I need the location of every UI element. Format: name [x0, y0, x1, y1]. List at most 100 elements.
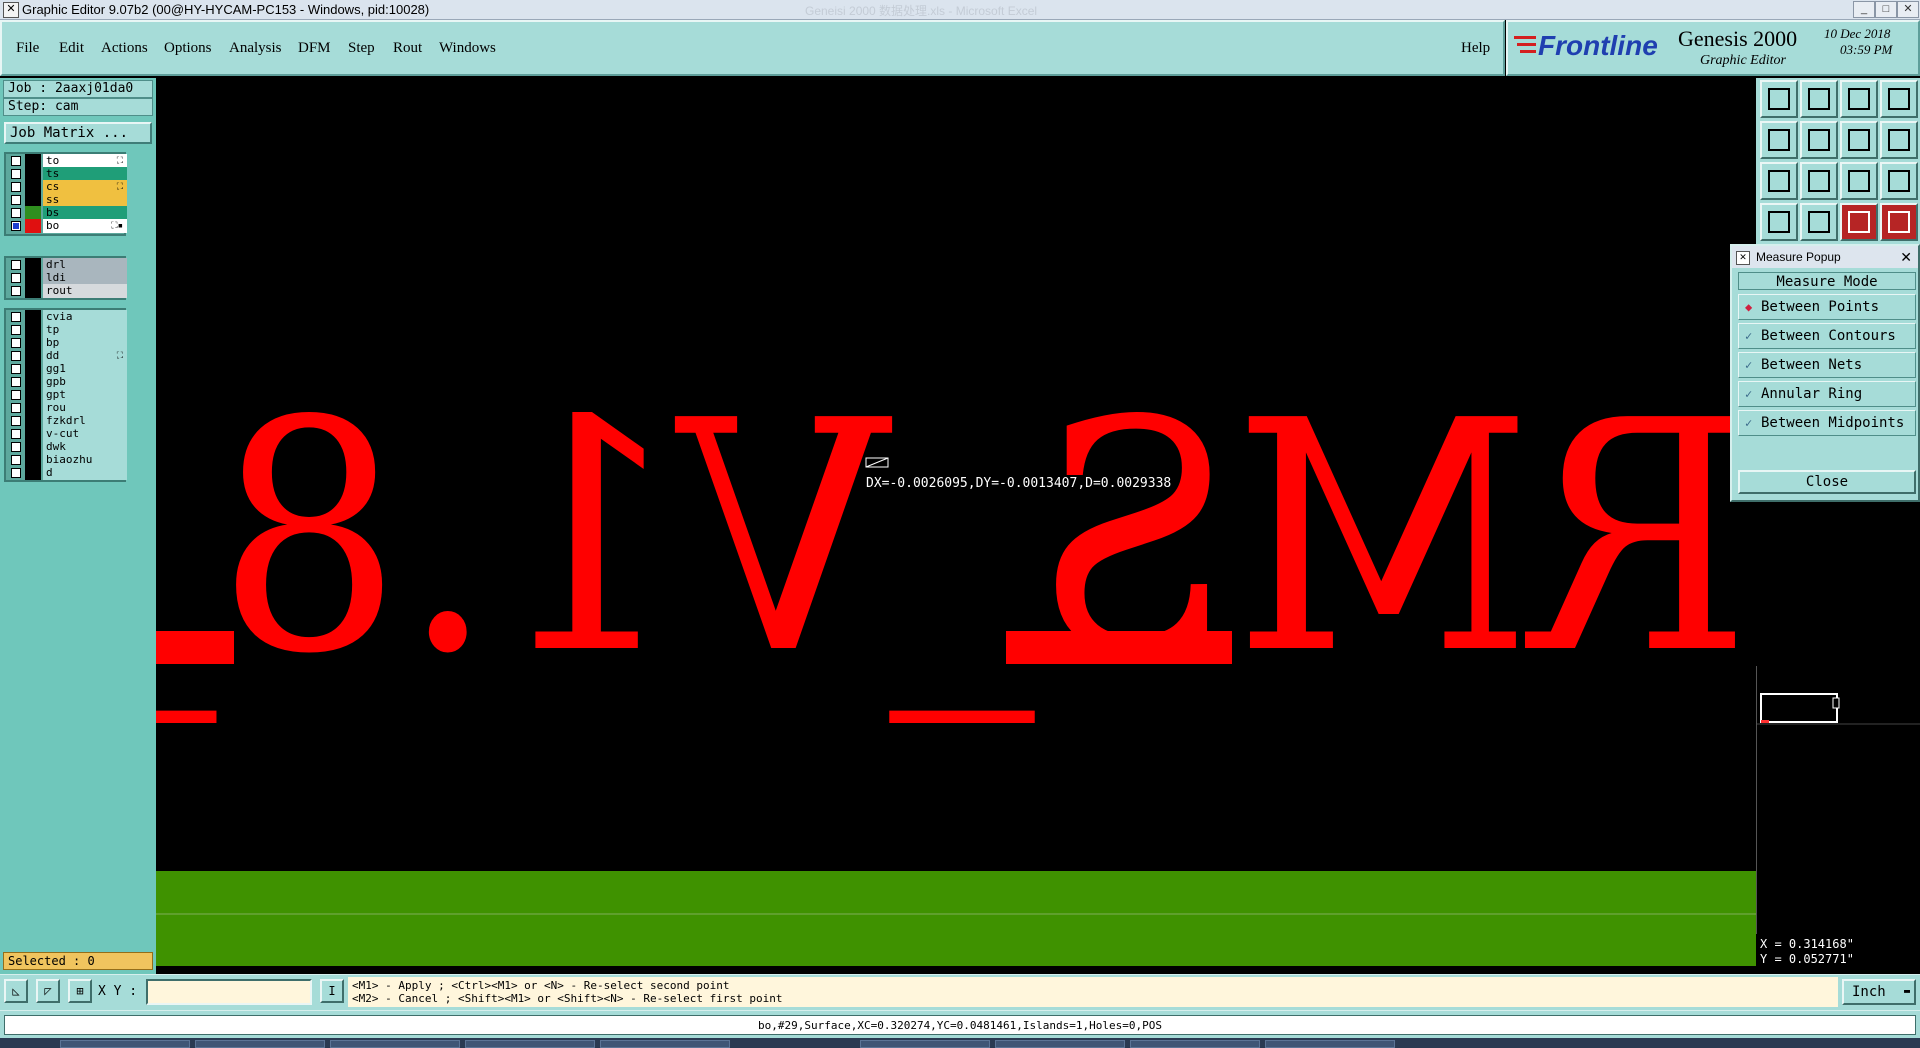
redraw-icon[interactable] — [1880, 121, 1918, 159]
minimize-button[interactable]: _ — [1853, 1, 1875, 18]
layer-checkbox[interactable] — [11, 377, 21, 387]
measure-option-between-midpoints[interactable]: ✓ Between Midpoints — [1738, 410, 1916, 436]
layer-checkbox[interactable] — [11, 273, 21, 283]
layer-row-tp[interactable]: tp — [6, 323, 127, 337]
layer-name[interactable]: rout — [43, 284, 127, 298]
layer-checkbox[interactable] — [11, 169, 21, 179]
layer-name[interactable]: d — [43, 466, 127, 480]
fit-screen-icon[interactable] — [1760, 162, 1798, 200]
layer-checkbox[interactable] — [11, 429, 21, 439]
taskbar-item[interactable] — [600, 1040, 730, 1048]
layer-color-swatch[interactable] — [25, 219, 41, 233]
layer-name[interactable]: bo ⛶▪ — [43, 219, 127, 233]
board-outline-area[interactable] — [156, 871, 1756, 966]
flip-icon[interactable] — [1840, 121, 1878, 159]
taskbar-item[interactable] — [330, 1040, 460, 1048]
snap-icon[interactable] — [1760, 203, 1798, 241]
menu-step[interactable]: Step — [348, 40, 375, 57]
layer-row-v-cut[interactable]: v-cut — [6, 427, 127, 441]
measure-option-between-contours[interactable]: ✓ Between Contours — [1738, 323, 1916, 349]
layer-checkbox[interactable] — [11, 260, 21, 270]
layer-color-swatch[interactable] — [25, 388, 41, 402]
layer-row-drl[interactable]: drl — [6, 258, 127, 272]
layer-name[interactable]: cvia — [43, 310, 127, 324]
layer-color-swatch[interactable] — [25, 440, 41, 454]
layer-checkbox[interactable] — [11, 312, 21, 322]
layer-color-swatch[interactable] — [25, 401, 41, 415]
layer-checkbox[interactable] — [11, 221, 21, 231]
layer-checkbox[interactable] — [11, 156, 21, 166]
layer-checkbox[interactable] — [11, 364, 21, 374]
menu-dfm[interactable]: DFM — [298, 40, 331, 57]
taskbar-item[interactable] — [1130, 1040, 1260, 1048]
layer-name[interactable]: rou — [43, 401, 127, 415]
layer-name[interactable]: bs — [43, 206, 127, 220]
layer-color-swatch[interactable] — [25, 154, 41, 168]
layer-row-gpt[interactable]: gpt — [6, 388, 127, 402]
layer-checkbox[interactable] — [11, 416, 21, 426]
layer-row-to[interactable]: to ⛶ — [6, 154, 127, 168]
layer-row-bp[interactable]: bp — [6, 336, 127, 350]
layer-name[interactable]: dwk — [43, 440, 127, 454]
layer-checkbox[interactable] — [11, 338, 21, 348]
zoom-save-icon[interactable] — [1800, 80, 1838, 118]
layer-row-d[interactable]: d — [6, 466, 127, 480]
layer-row-rou[interactable]: rou — [6, 401, 127, 415]
select-tool-icon[interactable]: ◺ — [4, 979, 28, 1003]
layer-color-swatch[interactable] — [25, 258, 41, 272]
menu-file[interactable]: File — [16, 40, 39, 57]
layer-checkbox[interactable] — [11, 455, 21, 465]
menu-help[interactable]: Help — [1461, 40, 1490, 57]
taskbar-item[interactable] — [60, 1040, 190, 1048]
popup-close-icon[interactable]: ✕ — [1900, 246, 1912, 268]
measure-option-between-points[interactable]: ◆ Between Points — [1738, 294, 1916, 320]
layer-color-swatch[interactable] — [25, 193, 41, 207]
taskbar-item[interactable] — [465, 1040, 595, 1048]
taskbar-item[interactable] — [195, 1040, 325, 1048]
layer-checkbox[interactable] — [11, 468, 21, 478]
menu-analysis[interactable]: Analysis — [229, 40, 282, 57]
layer-color-swatch[interactable] — [25, 206, 41, 220]
job-matrix-button[interactable]: Job Matrix ... — [4, 122, 152, 144]
taskbar-item[interactable] — [860, 1040, 990, 1048]
layer-name[interactable]: ldi — [43, 271, 127, 285]
layer-checkbox[interactable] — [11, 442, 21, 452]
menu-options[interactable]: Options — [164, 40, 212, 57]
measure-close-button[interactable]: Close — [1738, 470, 1916, 494]
layer-color-swatch[interactable] — [25, 466, 41, 480]
zoom-home-icon[interactable] — [1760, 80, 1798, 118]
overview-window[interactable] — [1756, 666, 1920, 934]
xy-coordinate-input[interactable] — [146, 979, 312, 1005]
layer-name[interactable]: gpt — [43, 388, 127, 402]
layer-name[interactable]: gg1 — [43, 362, 127, 376]
layer-name[interactable]: to ⛶ — [43, 154, 127, 168]
layer-color-swatch[interactable] — [25, 271, 41, 285]
layer-checkbox[interactable] — [11, 286, 21, 296]
taskbar-item[interactable] — [995, 1040, 1125, 1048]
taskbar-item[interactable] — [1265, 1040, 1395, 1048]
layer-checkbox[interactable] — [11, 208, 21, 218]
layer-color-swatch[interactable] — [25, 323, 41, 337]
layer-row-bs[interactable]: bs — [6, 206, 127, 220]
measure-tool-icon[interactable]: ◸ — [36, 979, 60, 1003]
layer-checkbox[interactable] — [11, 195, 21, 205]
underscore-feature[interactable] — [1006, 631, 1232, 664]
layer-color-swatch[interactable] — [25, 336, 41, 350]
menu-edit[interactable]: Edit — [59, 40, 84, 57]
zoom-area-icon[interactable] — [1800, 162, 1838, 200]
layer-color-swatch[interactable] — [25, 375, 41, 389]
measure-option-annular-ring[interactable]: ✓ Annular Ring — [1738, 381, 1916, 407]
layer-checkbox[interactable] — [11, 325, 21, 335]
layer-checkbox[interactable] — [11, 351, 21, 361]
units-selector[interactable]: Inch ▬ — [1842, 979, 1916, 1005]
maximize-button[interactable]: □ — [1875, 1, 1897, 18]
layer-color-swatch[interactable] — [25, 284, 41, 298]
layer-row-rout[interactable]: rout — [6, 284, 127, 298]
layer-name[interactable]: cs ⛶ — [43, 180, 127, 194]
layer-name[interactable]: biaozhu — [43, 453, 127, 467]
snap-grid-icon[interactable]: ⊞ — [68, 979, 92, 1003]
layer-display-icon[interactable] — [1840, 203, 1878, 241]
layer-row-gpb[interactable]: gpb — [6, 375, 127, 389]
layer-color-swatch[interactable] — [25, 310, 41, 324]
menu-rout[interactable]: Rout — [393, 40, 422, 57]
